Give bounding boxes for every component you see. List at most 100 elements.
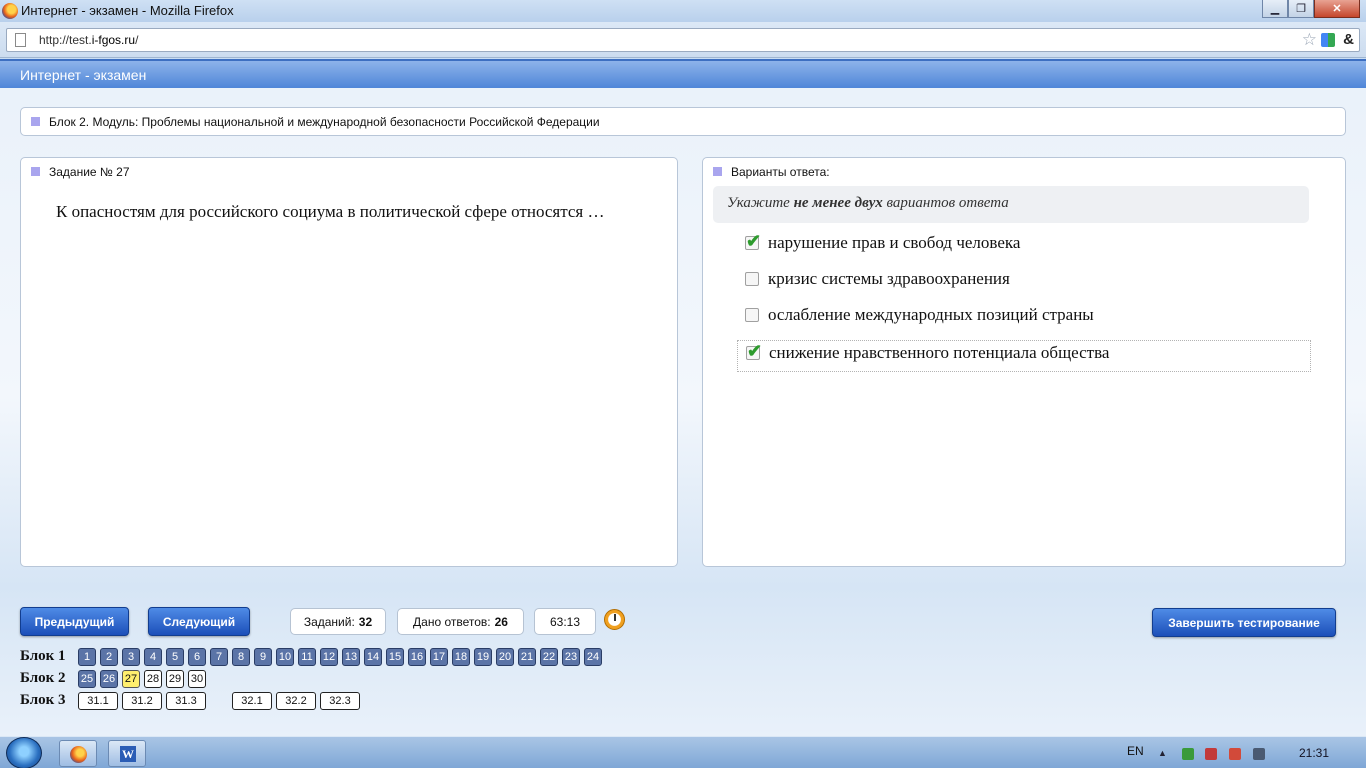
close-button[interactable]: ✕ [1314,0,1360,18]
answer-checkbox[interactable] [745,308,759,322]
answer-text: кризис системы здравоохранения [768,269,1010,288]
taskbar-word[interactable]: W [108,740,146,767]
task-nav-button[interactable]: 32.1 [232,692,272,710]
answer-text: снижение нравственного потенциала общест… [769,343,1110,362]
alarm-clock-icon [604,609,625,630]
task-nav-button[interactable]: 5 [166,648,184,666]
tray-expand-icon[interactable]: ▲ [1158,748,1170,760]
timer-display: 63:13 [534,608,596,635]
window-titlebar: Интернет - экзамен - Mozilla Firefox ▁ ❐… [0,0,1366,22]
task-nav-button[interactable]: 9 [254,648,272,666]
check-icon: ✔ [747,341,763,361]
answer-option[interactable]: ✔ снижение нравственного потенциала обще… [737,340,1311,372]
task-nav-button[interactable]: 11 [298,648,316,666]
task-nav-button[interactable]: 13 [342,648,360,666]
next-button[interactable]: Следующий [148,607,250,636]
block-title: Блок 2. Модуль: Проблемы национальной и … [49,115,600,129]
task-nav-button[interactable]: 24 [584,648,602,666]
task-nav-button[interactable]: 31.2 [122,692,162,710]
firefox-icon [70,746,87,763]
task-nav-button[interactable]: 19 [474,648,492,666]
task-nav-button[interactable]: 1 [78,648,96,666]
minimize-button[interactable]: ▁ [1262,0,1288,18]
task-nav-button[interactable]: 27 [122,670,140,688]
tray-app-icon[interactable] [1182,748,1194,760]
task-nav-button[interactable]: 23 [562,648,580,666]
task-nav-button[interactable]: 25 [78,670,96,688]
check-icon: ✔ [746,231,762,251]
window-controls: ▁ ❐ ✕ [1262,0,1360,18]
word-icon: W [120,746,136,762]
task-nav-button[interactable]: 8 [232,648,250,666]
answers-panel: Варианты ответа: Укажите не менее двух в… [702,157,1346,567]
answers-label: Варианты ответа: [731,165,830,179]
firefox-icon [2,3,18,19]
page-icon [15,33,26,47]
block-label: Блок 3 [20,692,66,708]
task-nav-button[interactable]: 10 [276,648,294,666]
answer-text: ослабление международных позиций страны [768,305,1094,324]
task-nav-button[interactable]: 4 [144,648,162,666]
task-nav-button[interactable]: 20 [496,648,514,666]
answer-hint: Укажите не менее двух вариантов ответа [713,186,1309,223]
task-nav-button[interactable]: 12 [320,648,338,666]
tray-network-icon[interactable] [1229,748,1241,760]
block-label: Блок 2 [20,670,66,686]
google-toolbar-icon[interactable] [1321,33,1335,47]
taskbar-firefox[interactable] [59,740,97,767]
app-header: Интернет - экзамен [0,59,1366,88]
block-1-task-nav: 1 2 3 4 5 6 7 8 9 10 11 12 13 14 15 16 17 18 19 20 21 22 23 24 [78,648,606,666]
answer-checkbox[interactable]: ✔ [745,231,761,251]
bullet-square-icon [713,167,722,176]
browser-toolbar: http://test.i-fgos.ru/ ☆ & [0,22,1366,58]
task-nav-button[interactable]: 29 [166,670,184,688]
windows-taskbar: W EN ▲ 21:31 [0,736,1366,768]
address-bar[interactable]: http://test.i-fgos.ru/ ☆ & [6,28,1360,52]
block-3-task-nav: 31.1 31.2 31.3 32.1 32.2 32.3 [78,692,364,710]
block-2-task-nav: 25 26 27 28 29 30 [78,670,210,688]
task-nav-button[interactable]: 18 [452,648,470,666]
task-number: Задание № 27 [49,165,130,179]
taskbar-clock[interactable]: 21:31 [1299,746,1329,760]
task-panel: Задание № 27 К опасностям для российског… [20,157,678,567]
bullet-square-icon [31,167,40,176]
task-nav-button[interactable]: 2 [100,648,118,666]
answer-text: нарушение прав и свобод человека [768,233,1021,252]
start-button-icon[interactable] [6,737,42,768]
task-nav-button[interactable]: 26 [100,670,118,688]
task-nav-button[interactable]: 16 [408,648,426,666]
answer-checkbox[interactable]: ✔ [746,341,762,361]
window-title: Интернет - экзамен - Mozilla Firefox [21,3,234,18]
answer-option[interactable]: кризис системы здравоохранения [737,266,1311,298]
url-text[interactable]: http://test.i-fgos.ru/ [39,33,138,47]
answer-option[interactable]: ✔ нарушение прав и свобод человека [737,230,1311,262]
question-text: К опасностям для российского социума в п… [56,202,605,221]
task-nav-button[interactable]: 31.1 [78,692,118,710]
task-nav-button[interactable]: 17 [430,648,448,666]
bookmark-star-icon[interactable]: ☆ [1302,30,1317,50]
finish-test-button[interactable]: Завершить тестирование [1152,608,1336,637]
prev-button[interactable]: Предыдущий [20,607,129,636]
block-title-panel: Блок 2. Модуль: Проблемы национальной и … [20,107,1346,136]
task-nav-button[interactable]: 7 [210,648,228,666]
task-nav-button[interactable]: 21 [518,648,536,666]
tray-flag-icon[interactable] [1205,748,1217,760]
task-nav-button[interactable]: 32.3 [320,692,360,710]
task-nav-button[interactable]: 15 [386,648,404,666]
bullet-square-icon [31,117,40,126]
tasks-count-badge: Заданий: 32 [290,608,386,635]
maximize-button[interactable]: ❐ [1288,0,1314,18]
answered-count-badge: Дано ответов: 26 [397,608,524,635]
ampersand-addon-icon[interactable]: & [1343,31,1354,48]
task-nav-button[interactable]: 14 [364,648,382,666]
task-nav-button[interactable]: 31.3 [166,692,206,710]
task-nav-button[interactable]: 3 [122,648,140,666]
answer-checkbox[interactable] [745,272,759,286]
task-nav-button[interactable]: 6 [188,648,206,666]
task-nav-button[interactable]: 28 [144,670,162,688]
tray-volume-icon[interactable] [1253,748,1265,760]
answer-option[interactable]: ослабление международных позиций страны [737,302,1311,334]
task-nav-button[interactable]: 22 [540,648,558,666]
task-nav-button[interactable]: 30 [188,670,206,688]
task-nav-button[interactable]: 32.2 [276,692,316,710]
